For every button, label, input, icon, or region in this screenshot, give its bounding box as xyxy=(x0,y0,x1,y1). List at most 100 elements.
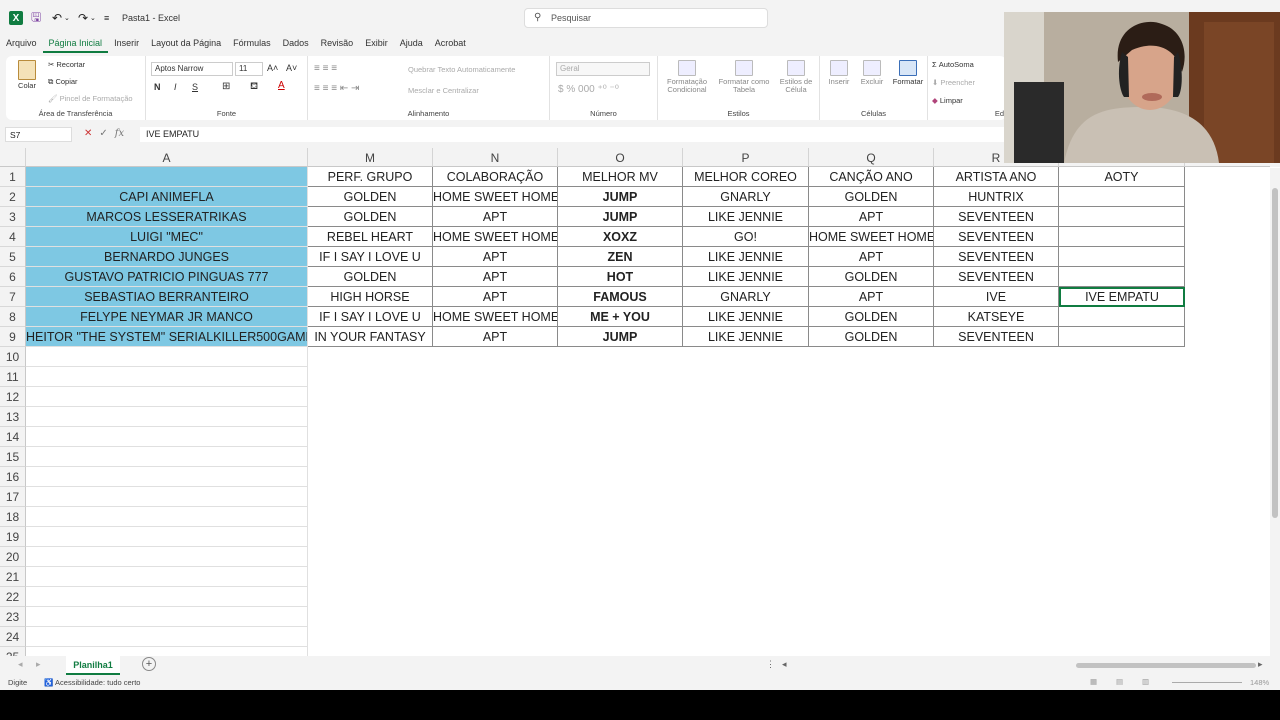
cell-styles-button[interactable]: Estilos de Célula xyxy=(774,60,818,95)
view-page-layout-icon[interactable]: ▤ xyxy=(1116,677,1123,686)
vote-cell[interactable]: LIKE JENNIE xyxy=(683,327,809,347)
row-header[interactable]: 16 xyxy=(0,467,26,487)
vote-cell[interactable]: HIGH HORSE xyxy=(308,287,433,307)
vote-cell[interactable]: SEVENTEEN xyxy=(934,267,1059,287)
vertical-scroll-thumb[interactable] xyxy=(1272,188,1278,518)
fill-button[interactable]: ⬇ Preencher xyxy=(932,78,975,87)
row-header[interactable]: 21 xyxy=(0,567,26,587)
vote-cell[interactable]: APT xyxy=(433,207,558,227)
name-cell[interactable]: HEITOR "THE SYSTEM" SERIALKILLER500GAMER xyxy=(26,327,308,347)
shrink-font-icon[interactable]: A˅ xyxy=(286,63,297,73)
vote-cell[interactable]: GOLDEN xyxy=(308,267,433,287)
vote-cell[interactable] xyxy=(1059,247,1185,267)
vote-cell[interactable]: LIKE JENNIE xyxy=(683,307,809,327)
row-header[interactable]: 18 xyxy=(0,507,26,527)
zoom-slider[interactable] xyxy=(1172,682,1242,683)
align-top-icon[interactable]: ≡ ≡ ≡ xyxy=(314,63,337,74)
undo-icon[interactable]: ↶ xyxy=(52,10,62,26)
empty-cell[interactable] xyxy=(26,627,308,647)
vote-cell[interactable]: IF I SAY I LOVE U xyxy=(308,307,433,327)
header-cell[interactable]: CANÇÃO ANO xyxy=(809,167,934,187)
vote-cell[interactable]: ZEN xyxy=(558,247,683,267)
grow-font-icon[interactable]: A˄ xyxy=(267,63,278,73)
vote-cell[interactable]: JUMP xyxy=(558,187,683,207)
vote-cell[interactable]: GOLDEN xyxy=(809,327,934,347)
row-header[interactable]: 20 xyxy=(0,547,26,567)
redo-dropdown-icon[interactable]: ⌄ xyxy=(90,10,96,26)
clear-button[interactable]: ◆ Limpar xyxy=(932,96,963,105)
redo-icon[interactable]: ↷ xyxy=(78,10,88,26)
italic-button[interactable]: I xyxy=(174,82,177,92)
tab-ajuda[interactable]: Ajuda xyxy=(394,36,429,53)
header-cell[interactable]: ARTISTA ANO xyxy=(934,167,1059,187)
vote-cell[interactable]: GOLDEN xyxy=(809,267,934,287)
vote-cell[interactable]: HOME SWEET HOME xyxy=(433,227,558,247)
row-header[interactable]: 23 xyxy=(0,607,26,627)
tab-revisao[interactable]: Revisão xyxy=(315,36,360,53)
header-cell[interactable]: AOTY xyxy=(1059,167,1185,187)
vote-cell[interactable]: HOME SWEET HOME xyxy=(809,227,934,247)
borders-icon[interactable]: ⊞ xyxy=(222,81,230,92)
vote-cell[interactable]: IVE xyxy=(934,287,1059,307)
conditional-format-button[interactable]: Formatação Condicional xyxy=(662,60,712,95)
name-cell[interactable]: FELYPE NEYMAR JR MANCO xyxy=(26,307,308,327)
column-header[interactable]: N xyxy=(433,148,558,167)
tab-splitter-icon[interactable]: ⋮ xyxy=(766,659,775,670)
row-header[interactable]: 4 xyxy=(0,227,26,247)
row-header[interactable]: 7 xyxy=(0,287,26,307)
vote-cell[interactable]: GOLDEN xyxy=(308,207,433,227)
empty-cell[interactable] xyxy=(26,407,308,427)
vote-cell[interactable]: XOXZ xyxy=(558,227,683,247)
tab-arquivo[interactable]: Arquivo xyxy=(0,36,43,53)
tab-dados[interactable]: Dados xyxy=(277,36,315,53)
header-cell[interactable]: MELHOR COREO xyxy=(683,167,809,187)
empty-cell[interactable] xyxy=(26,487,308,507)
autosum-button[interactable]: Σ AutoSoma xyxy=(932,60,974,69)
cancel-icon[interactable]: ✕ xyxy=(84,128,92,139)
wrap-text-button[interactable]: Quebrar Texto Automaticamente xyxy=(408,65,515,74)
zoom-level[interactable]: 148% xyxy=(1250,678,1269,687)
function-icon[interactable]: fx xyxy=(115,128,124,139)
empty-cell[interactable] xyxy=(26,387,308,407)
vote-cell[interactable] xyxy=(1059,207,1185,227)
row-header[interactable]: 9 xyxy=(0,327,26,347)
enter-icon[interactable]: ✓ xyxy=(99,128,107,139)
column-header[interactable]: Q xyxy=(809,148,934,167)
empty-cell[interactable] xyxy=(26,467,308,487)
vote-cell[interactable]: JUMP xyxy=(558,327,683,347)
view-page-break-icon[interactable]: ▥ xyxy=(1142,677,1149,686)
row-header[interactable]: 8 xyxy=(0,307,26,327)
vote-cell[interactable] xyxy=(1059,227,1185,247)
underline-button[interactable]: S xyxy=(192,82,198,92)
format-table-button[interactable]: Formatar como Tabela xyxy=(716,60,772,95)
row-header[interactable]: 15 xyxy=(0,447,26,467)
vote-cell[interactable]: GOLDEN xyxy=(809,307,934,327)
column-header[interactable]: O xyxy=(558,148,683,167)
row-header[interactable]: 19 xyxy=(0,527,26,547)
paste-button[interactable]: Colar xyxy=(12,60,42,90)
empty-cell[interactable] xyxy=(26,587,308,607)
bold-button[interactable]: N xyxy=(154,82,161,92)
tab-acrobat[interactable]: Acrobat xyxy=(429,36,472,53)
vote-cell[interactable]: IN YOUR FANTASY xyxy=(308,327,433,347)
row-header[interactable]: 22 xyxy=(0,587,26,607)
customize-toolbar-icon[interactable]: ≡ xyxy=(104,10,109,26)
vote-cell[interactable]: IF I SAY I LOVE U xyxy=(308,247,433,267)
vote-cell[interactable] xyxy=(1059,307,1185,327)
accessibility-button[interactable]: ♿ Acessibilidade: tudo certo xyxy=(44,678,140,687)
sheet-tab-planilha1[interactable]: Planilha1 xyxy=(66,656,120,675)
vote-cell[interactable] xyxy=(1059,327,1185,347)
row-header[interactable]: 17 xyxy=(0,487,26,507)
fill-color-icon[interactable]: ⛾ xyxy=(250,81,258,94)
vote-cell[interactable]: GOLDEN xyxy=(809,187,934,207)
name-cell[interactable]: MARCOS LESSERATRIKAS xyxy=(26,207,308,227)
empty-cell[interactable] xyxy=(26,367,308,387)
vote-cell[interactable]: GNARLY xyxy=(683,187,809,207)
vote-cell[interactable]: APT xyxy=(809,247,934,267)
empty-cell[interactable] xyxy=(26,607,308,627)
vote-cell[interactable]: IVE EMPATU xyxy=(1059,287,1185,307)
vote-cell[interactable]: APT xyxy=(433,287,558,307)
vote-cell[interactable]: APT xyxy=(433,247,558,267)
vote-cell[interactable]: GOLDEN xyxy=(308,187,433,207)
vertical-scrollbar[interactable] xyxy=(1270,168,1280,656)
